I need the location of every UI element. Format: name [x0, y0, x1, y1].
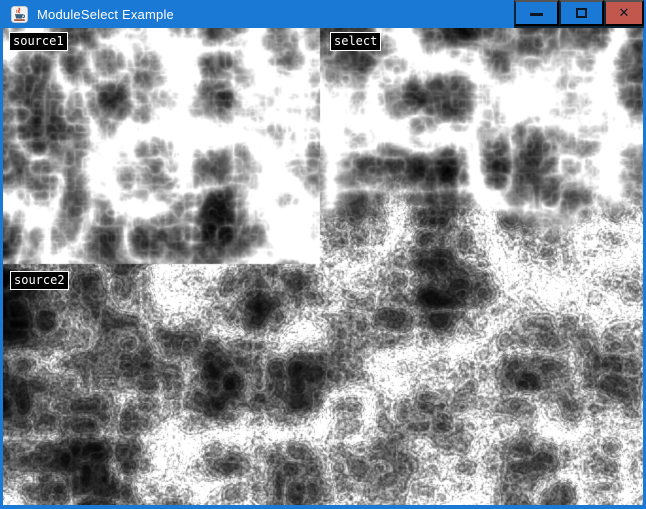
- close-icon: ✕: [619, 7, 630, 20]
- java-coffee-cup-icon: [11, 6, 28, 23]
- noise-canvas: [3, 28, 643, 505]
- window-controls: ✕: [514, 0, 644, 28]
- minimize-button[interactable]: [514, 0, 559, 26]
- window-title: ModuleSelect Example: [37, 7, 174, 22]
- source1-label: source1: [9, 32, 68, 51]
- maximize-icon: [576, 8, 587, 18]
- maximize-button[interactable]: [559, 0, 604, 26]
- select-label: select: [330, 32, 381, 51]
- close-button[interactable]: ✕: [604, 0, 644, 26]
- minimize-icon: [530, 13, 543, 16]
- app-window: ModuleSelect Example ✕ source1 select so…: [0, 0, 646, 509]
- render-area: source1 select source2: [3, 28, 643, 505]
- source2-label: source2: [10, 271, 69, 290]
